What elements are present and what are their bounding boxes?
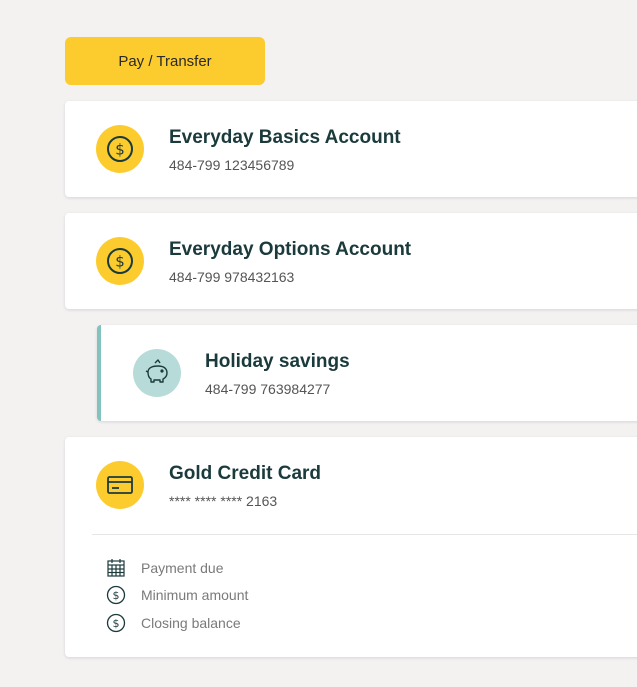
account-name: Everyday Options Account — [169, 239, 412, 260]
account-card-gold-credit[interactable]: Gold Credit Card **** **** **** 2163 Pay… — [65, 437, 637, 657]
detail-closing-balance: $ Closing balance — [105, 612, 241, 634]
dollar-icon: $ — [105, 612, 127, 634]
account-name: Everyday Basics Account — [169, 127, 401, 148]
account-number: 484-799 123456789 — [169, 157, 295, 173]
detail-minimum-amount: $ Minimum amount — [105, 584, 248, 606]
svg-text:$: $ — [115, 141, 125, 159]
dollar-icon: $ — [96, 237, 144, 285]
account-card-everyday-basics[interactable]: $ Everyday Basics Account 484-799 123456… — [65, 101, 637, 197]
detail-label: Closing balance — [141, 615, 241, 631]
account-number: 484-799 763984277 — [205, 381, 331, 397]
account-card-everyday-options[interactable]: $ Everyday Options Account 484-799 97843… — [65, 213, 637, 309]
detail-label: Minimum amount — [141, 587, 249, 603]
account-card-holiday-savings[interactable]: Holiday savings 484-799 763984277 — [97, 325, 637, 421]
svg-text:$: $ — [113, 589, 120, 602]
piggy-bank-icon — [133, 349, 181, 397]
dollar-icon: $ — [105, 584, 127, 606]
divider — [92, 534, 637, 535]
svg-text:$: $ — [115, 253, 125, 271]
detail-payment-due: Payment due — [105, 557, 224, 579]
detail-label: Payment due — [141, 560, 224, 576]
account-name: Holiday savings — [205, 351, 350, 372]
calendar-icon — [105, 557, 127, 579]
account-number: **** **** **** 2163 — [169, 493, 278, 509]
svg-text:$: $ — [113, 617, 120, 630]
account-name: Gold Credit Card — [169, 463, 322, 484]
dollar-icon: $ — [96, 125, 144, 173]
credit-card-icon — [96, 461, 144, 509]
account-number: 484-799 978432163 — [169, 269, 295, 285]
pay-transfer-button[interactable]: Pay / Transfer — [65, 37, 265, 85]
